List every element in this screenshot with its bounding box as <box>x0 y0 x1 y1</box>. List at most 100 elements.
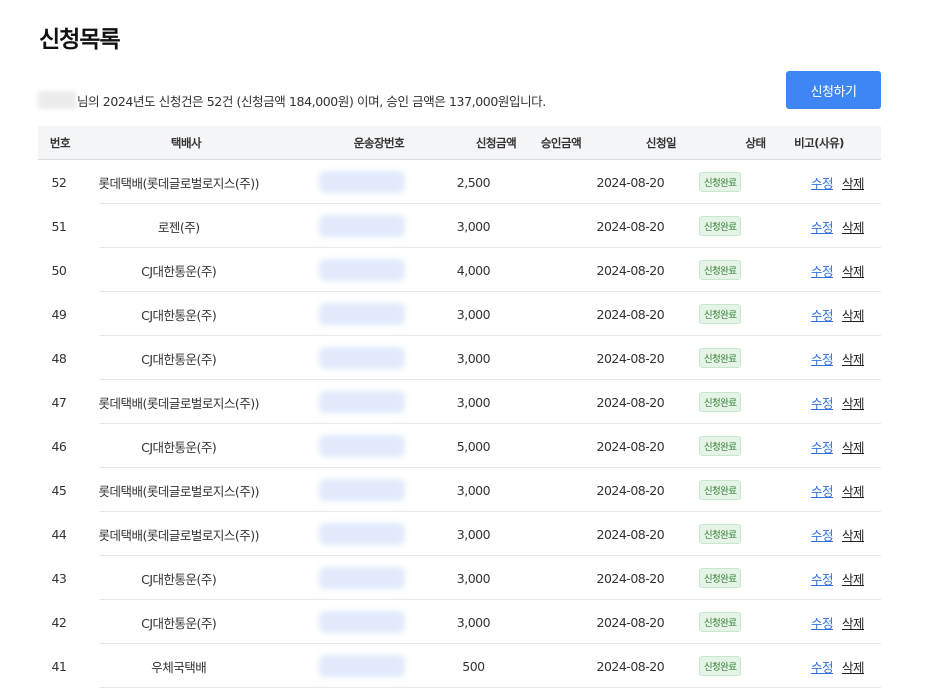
edit-link[interactable]: 수정 <box>811 305 834 324</box>
header-approved-amount: 승인금액 <box>540 135 582 150</box>
row-request-amount: 3,000 <box>456 614 491 630</box>
edit-link[interactable]: 수정 <box>811 481 834 500</box>
table-row: 51 로젠(주) 3,000 2024-08-20 신청완료 수정 삭제 <box>38 204 881 248</box>
row-actions: 수정 삭제 <box>811 261 881 280</box>
status-badge: 신청완료 <box>698 392 742 412</box>
row-request-amount: 2,500 <box>456 174 491 190</box>
delete-link[interactable]: 삭제 <box>842 393 865 412</box>
delete-link[interactable]: 삭제 <box>842 217 865 236</box>
row-tracking-masked <box>278 435 447 457</box>
edit-link[interactable]: 수정 <box>811 349 834 368</box>
row-tracking-masked <box>278 347 447 369</box>
header-status: 상태 <box>745 135 766 150</box>
row-actions: 수정 삭제 <box>811 525 881 544</box>
masked-tracking-number <box>319 611 406 633</box>
edit-link[interactable]: 수정 <box>811 657 834 676</box>
edit-link[interactable]: 수정 <box>811 525 834 544</box>
row-date: 2024-08-20 <box>596 438 665 454</box>
row-tracking-masked <box>278 655 447 677</box>
edit-link[interactable]: 수정 <box>811 393 834 412</box>
header-date: 신청일 <box>645 135 677 150</box>
row-status: 신청완료 <box>690 172 750 192</box>
row-date: 2024-08-20 <box>596 614 665 630</box>
masked-user-name <box>38 91 76 109</box>
row-tracking-masked <box>278 215 447 237</box>
row-request-amount: 3,000 <box>456 570 491 586</box>
edit-link[interactable]: 수정 <box>811 217 834 236</box>
table-row: 44 롯데택배(롯데글로벌로지스(주)) 3,000 2024-08-20 신청… <box>38 512 881 556</box>
delete-link[interactable]: 삭제 <box>842 305 865 324</box>
row-date: 2024-08-20 <box>596 174 665 190</box>
masked-tracking-number <box>319 171 406 193</box>
masked-tracking-number <box>319 435 406 457</box>
row-courier: 우체국택배 <box>151 659 207 675</box>
row-courier: 롯데택배(롯데글로벌로지스(주)) <box>98 483 259 499</box>
status-badge: 신청완료 <box>698 612 742 632</box>
row-actions: 수정 삭제 <box>811 613 881 632</box>
summary-text: 님의 2024년도 신청건은 52건 (신청금액 184,000원) 이며, 승… <box>77 93 546 109</box>
row-no: 46 <box>51 438 67 454</box>
delete-link[interactable]: 삭제 <box>842 525 865 544</box>
status-badge: 신청완료 <box>698 568 742 588</box>
table-row: 48 CJ대한통운(주) 3,000 2024-08-20 신청완료 수정 삭제 <box>38 336 881 380</box>
apply-button[interactable]: 신청하기 <box>786 71 881 109</box>
status-badge: 신청완료 <box>698 480 742 500</box>
row-courier: CJ대한통운(주) <box>141 615 217 631</box>
row-request-amount: 3,000 <box>456 526 491 542</box>
edit-link[interactable]: 수정 <box>811 261 834 280</box>
row-courier: CJ대한통운(주) <box>141 571 217 587</box>
masked-tracking-number <box>319 259 406 281</box>
row-tracking-masked <box>278 523 447 545</box>
edit-link[interactable]: 수정 <box>811 173 834 192</box>
row-tracking-masked <box>278 611 447 633</box>
row-status: 신청완료 <box>690 348 750 368</box>
row-courier: 롯데택배(롯데글로벌로지스(주)) <box>98 527 259 543</box>
row-no: 52 <box>51 174 67 190</box>
row-status: 신청완료 <box>690 436 750 456</box>
row-date: 2024-08-20 <box>596 262 665 278</box>
row-date: 2024-08-20 <box>596 482 665 498</box>
row-actions: 수정 삭제 <box>811 173 881 192</box>
row-actions: 수정 삭제 <box>811 657 881 676</box>
row-date: 2024-08-20 <box>596 306 665 322</box>
delete-link[interactable]: 삭제 <box>842 657 865 676</box>
masked-tracking-number <box>319 567 406 589</box>
row-no: 48 <box>51 350 67 366</box>
row-status: 신청완료 <box>690 480 750 500</box>
masked-tracking-number <box>319 347 406 369</box>
edit-link[interactable]: 수정 <box>811 613 834 632</box>
table-row: 46 CJ대한통운(주) 5,000 2024-08-20 신청완료 수정 삭제 <box>38 424 881 468</box>
edit-link[interactable]: 수정 <box>811 569 834 588</box>
status-badge: 신청완료 <box>698 656 742 676</box>
masked-tracking-number <box>319 523 406 545</box>
row-actions: 수정 삭제 <box>811 437 881 456</box>
delete-link[interactable]: 삭제 <box>842 569 865 588</box>
table-body: 52 롯데택배(롯데글로벌로지스(주)) 2,500 2024-08-20 신청… <box>38 160 881 688</box>
header-courier: 택배사 <box>170 135 202 150</box>
delete-link[interactable]: 삭제 <box>842 437 865 456</box>
table-row: 43 CJ대한통운(주) 3,000 2024-08-20 신청완료 수정 삭제 <box>38 556 881 600</box>
row-request-amount: 3,000 <box>456 394 491 410</box>
delete-link[interactable]: 삭제 <box>842 173 865 192</box>
delete-link[interactable]: 삭제 <box>842 261 865 280</box>
header-tracking: 운송장번호 <box>353 135 405 150</box>
row-tracking-masked <box>278 303 447 325</box>
header-request-amount: 신청금액 <box>475 135 517 150</box>
delete-link[interactable]: 삭제 <box>842 481 865 500</box>
row-no: 49 <box>51 306 67 322</box>
row-date: 2024-08-20 <box>596 350 665 366</box>
row-no: 42 <box>51 614 67 630</box>
status-badge: 신청완료 <box>698 436 742 456</box>
row-request-amount: 3,000 <box>456 350 491 366</box>
delete-link[interactable]: 삭제 <box>842 349 865 368</box>
table-row: 52 롯데택배(롯데글로벌로지스(주)) 2,500 2024-08-20 신청… <box>38 160 881 204</box>
table-row: 42 CJ대한통운(주) 3,000 2024-08-20 신청완료 수정 삭제 <box>38 600 881 644</box>
table-row: 41 우체국택배 500 2024-08-20 신청완료 수정 삭제 <box>38 644 881 688</box>
row-no: 50 <box>51 262 67 278</box>
edit-link[interactable]: 수정 <box>811 437 834 456</box>
delete-link[interactable]: 삭제 <box>842 613 865 632</box>
table-row: 49 CJ대한통운(주) 3,000 2024-08-20 신청완료 수정 삭제 <box>38 292 881 336</box>
row-courier: CJ대한통운(주) <box>141 307 217 323</box>
row-actions: 수정 삭제 <box>811 305 881 324</box>
row-no: 47 <box>51 394 67 410</box>
